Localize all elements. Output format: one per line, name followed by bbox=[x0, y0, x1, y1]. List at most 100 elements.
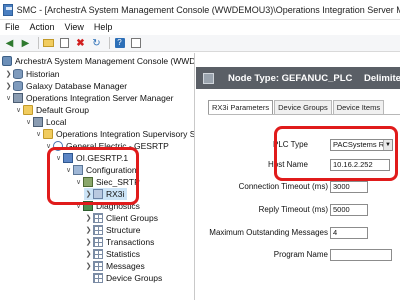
tree-item-label: RX3i bbox=[106, 189, 125, 199]
tree-item-label: Local bbox=[46, 117, 67, 127]
expand-chevron-icon[interactable]: ❯ bbox=[84, 214, 93, 222]
ge-logo-icon bbox=[53, 141, 63, 151]
menu-bar: File Action View Help bbox=[0, 20, 400, 35]
grid-icon bbox=[93, 273, 103, 283]
tree-item-label: General Electric - GESRTP bbox=[66, 141, 169, 151]
expand-chevron-icon[interactable]: ❯ bbox=[84, 238, 93, 246]
tree-item-label: Transactions bbox=[106, 237, 155, 247]
tree-item-local[interactable]: ∨ Local bbox=[24, 116, 66, 128]
back-icon[interactable]: ◀ bbox=[3, 37, 16, 50]
tree-item-historian[interactable]: ❯ Historian bbox=[4, 68, 60, 80]
collapse-chevron-icon[interactable]: ∨ bbox=[74, 202, 83, 210]
menu-view[interactable]: View bbox=[60, 20, 89, 35]
details-pane: Node Type: GEFANUC_PLC Delimiter: RX3i P… bbox=[196, 53, 400, 300]
historian-icon bbox=[13, 69, 23, 79]
tree-item-structure[interactable]: ❯ Structure bbox=[84, 224, 141, 236]
view-icon[interactable] bbox=[129, 37, 142, 50]
server-node-icon bbox=[63, 153, 73, 163]
connection-timeout-input[interactable]: 3000 bbox=[330, 181, 368, 193]
tree-item-ois-servers[interactable]: ∨ Operations Integration Supervisory Ser… bbox=[34, 128, 194, 140]
tree-item-root[interactable]: ArchestrA System Management Console (WWD… bbox=[2, 55, 195, 67]
tree-item-galaxy-db[interactable]: ❯ Galaxy Database Manager bbox=[4, 80, 127, 92]
tree-item-configuration[interactable]: ∨ Configuration bbox=[64, 164, 137, 176]
tree-item-label: Messages bbox=[106, 261, 145, 271]
expand-chevron-icon[interactable]: ❯ bbox=[4, 82, 13, 90]
refresh-icon[interactable]: ↻ bbox=[90, 37, 103, 50]
tree-item-ge-srtp[interactable]: ∨ General Electric - GESRTP bbox=[44, 140, 169, 152]
node-type-icon bbox=[203, 72, 214, 84]
tree-item-label: Operations Integration Server Manager bbox=[26, 93, 174, 103]
expand-chevron-icon[interactable]: ❯ bbox=[84, 190, 93, 198]
reply-timeout-label: Reply Timeout (ms) bbox=[258, 205, 328, 214]
network-port-icon bbox=[83, 177, 93, 187]
properties-icon[interactable] bbox=[58, 37, 71, 50]
diagnostics-icon bbox=[83, 201, 93, 211]
toolbar-separator bbox=[109, 37, 110, 49]
parameter-tabs: RX3i Parameters Device Groups Device Ite… bbox=[208, 100, 385, 114]
delimiter-label: Delimiter: bbox=[364, 72, 400, 84]
host-name-input[interactable]: 10.16.2.252 bbox=[330, 159, 390, 171]
title-bar: SMC - [ArchestrA System Management Conso… bbox=[0, 0, 400, 20]
menu-file[interactable]: File bbox=[0, 20, 25, 35]
collapse-chevron-icon[interactable]: ∨ bbox=[74, 178, 83, 186]
reply-timeout-input[interactable]: 5000 bbox=[330, 204, 368, 216]
tree-item-label: Galaxy Database Manager bbox=[26, 81, 128, 91]
menu-action[interactable]: Action bbox=[25, 20, 60, 35]
tab-device-items[interactable]: Device Items bbox=[332, 100, 385, 114]
program-name-input[interactable] bbox=[330, 249, 392, 261]
tree-item-label: Diagnostics bbox=[96, 201, 140, 211]
folder-icon bbox=[23, 105, 33, 115]
collapse-chevron-icon[interactable]: ∨ bbox=[14, 106, 23, 114]
tree-item-ois-manager[interactable]: ∨ Operations Integration Server Manager bbox=[4, 92, 173, 104]
tree-item-statistics[interactable]: ❯ Statistics bbox=[84, 248, 140, 260]
tree-item-transactions[interactable]: ❯ Transactions bbox=[84, 236, 154, 248]
collapse-chevron-icon[interactable]: ∨ bbox=[24, 118, 33, 126]
grid-icon bbox=[93, 249, 103, 259]
tab-device-groups[interactable]: Device Groups bbox=[274, 100, 332, 114]
expand-chevron-icon[interactable]: ❯ bbox=[4, 70, 13, 78]
window-title: SMC - [ArchestrA System Management Conso… bbox=[16, 4, 400, 15]
toolbar: ◀ ▶ ✖ ↻ ? bbox=[0, 35, 400, 52]
tree-item-siec-srtp[interactable]: ∨ Siec_SRTP bbox=[74, 176, 140, 188]
tree-item-client-groups[interactable]: ❯ Client Groups bbox=[84, 212, 158, 224]
configuration-icon bbox=[73, 165, 83, 175]
tree-item-label: ArchestrA System Management Console (WWD… bbox=[15, 56, 195, 66]
expand-chevron-icon[interactable]: ❯ bbox=[84, 262, 93, 270]
menu-help[interactable]: Help bbox=[89, 20, 118, 35]
tree-item-default-group[interactable]: ∨ Default Group bbox=[14, 104, 89, 116]
tree-item-rx3i[interactable]: ❯ RX3i bbox=[84, 188, 128, 200]
tree-item-label: Device Groups bbox=[106, 273, 163, 283]
tree-item-messages[interactable]: ❯ Messages bbox=[84, 260, 145, 272]
forward-icon[interactable]: ▶ bbox=[19, 37, 32, 50]
tree-item-label: Client Groups bbox=[106, 213, 158, 223]
tree-item-label: Statistics bbox=[106, 249, 141, 259]
program-name-label: Program Name bbox=[273, 250, 328, 259]
grid-icon bbox=[93, 237, 103, 247]
tree-item-label: Structure bbox=[106, 225, 141, 235]
plc-type-select[interactable]: PACSystems RX3i ▼ bbox=[330, 139, 393, 151]
max-messages-input[interactable]: 4 bbox=[330, 227, 368, 239]
collapse-chevron-icon[interactable]: ∨ bbox=[64, 166, 73, 174]
tree-item-diagnostics[interactable]: ∨ Diagnostics bbox=[74, 200, 140, 212]
tab-rx3i-parameters[interactable]: RX3i Parameters bbox=[208, 100, 274, 114]
open-folder-icon[interactable] bbox=[42, 37, 55, 50]
collapse-chevron-icon[interactable]: ∨ bbox=[34, 130, 43, 138]
delete-icon[interactable]: ✖ bbox=[74, 37, 87, 50]
console-tree: ArchestrA System Management Console (WWD… bbox=[0, 53, 195, 300]
collapse-chevron-icon[interactable]: ∨ bbox=[44, 142, 53, 150]
grid-icon bbox=[93, 261, 103, 271]
tree-item-oi-gesrtp[interactable]: ∨ OI.GESRTP.1 bbox=[54, 152, 128, 164]
toolbar-separator bbox=[38, 37, 39, 49]
folder-icon bbox=[43, 129, 53, 139]
computer-icon bbox=[33, 117, 43, 127]
tree-item-device-groups[interactable]: Device Groups bbox=[84, 272, 162, 284]
collapse-chevron-icon[interactable]: ∨ bbox=[54, 154, 63, 162]
grid-icon bbox=[93, 225, 103, 235]
dropdown-arrow-icon[interactable]: ▼ bbox=[383, 140, 392, 150]
expand-chevron-icon[interactable]: ❯ bbox=[84, 226, 93, 234]
node-type-title: Node Type: GEFANUC_PLC bbox=[228, 72, 353, 84]
tree-item-label: Siec_SRTP bbox=[96, 177, 140, 187]
collapse-chevron-icon[interactable]: ∨ bbox=[4, 94, 13, 102]
expand-chevron-icon[interactable]: ❯ bbox=[84, 250, 93, 258]
help-icon[interactable]: ? bbox=[113, 37, 126, 50]
